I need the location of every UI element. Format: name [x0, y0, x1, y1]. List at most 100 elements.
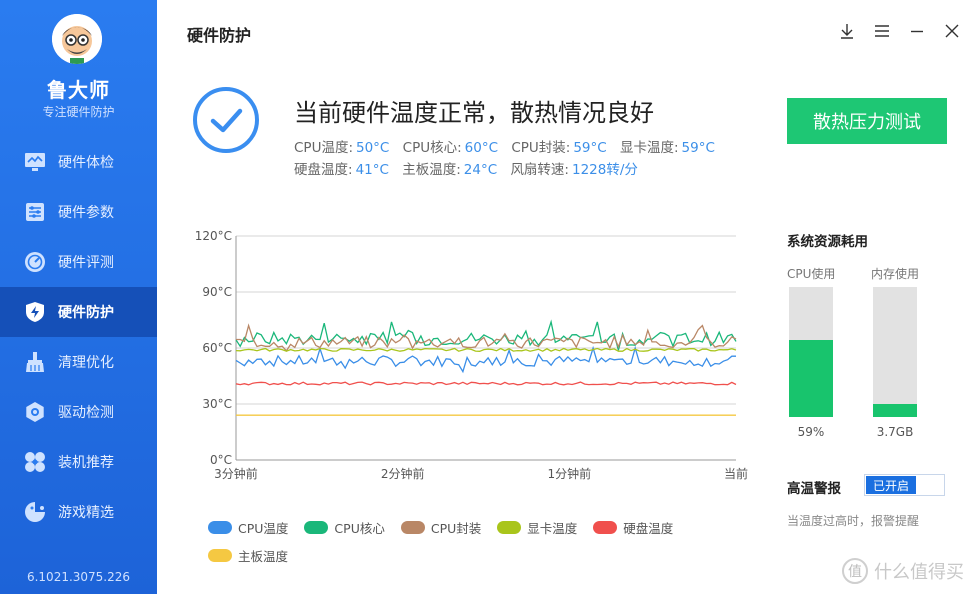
cpu-usage-value: 59%	[797, 425, 825, 439]
series-line	[235, 381, 737, 386]
legend-item: CPU核心	[304, 518, 385, 536]
sidebar-item-hardware-check[interactable]: 硬件体检	[0, 137, 157, 187]
legend-item: 主板温度	[208, 546, 288, 564]
fan-icon	[24, 451, 46, 473]
version-label: 6.1021.3075.226	[26, 570, 131, 584]
x-tick-label: 当前	[724, 466, 748, 481]
metric-label: 硬盘温度:	[294, 162, 353, 178]
legend-label: 显卡温度	[527, 520, 578, 536]
legend-item: CPU封装	[400, 518, 481, 536]
x-tick-label: 3分钟前	[214, 466, 258, 481]
menu-icon[interactable]	[873, 22, 891, 40]
y-tick-label: 30°C	[202, 397, 232, 411]
y-tick-label: 0°C	[210, 453, 232, 467]
metric-value: 24°C	[463, 162, 498, 178]
legend-label: CPU核心	[334, 520, 385, 536]
sidebar-item-build-recommend[interactable]: 装机推荐	[0, 437, 157, 487]
temperature-metrics: CPU温度: 50°C CPU核心: 60°C CPU封装: 59°C 显卡温度: 59…	[294, 137, 724, 181]
memory-usage-bar	[873, 287, 917, 417]
shield-bolt-icon	[24, 301, 46, 323]
gear-icon	[24, 401, 46, 423]
watermark-text: 什么值得买	[874, 562, 964, 583]
legend-item: CPU温度	[208, 518, 288, 536]
minimize-icon[interactable]	[908, 22, 926, 40]
sidebar-item-label: 硬件评测	[58, 255, 114, 271]
metric-value: 41°C	[355, 162, 389, 178]
legend-swatch	[400, 520, 425, 534]
metric-value: 59°C	[573, 140, 607, 156]
sidebar-nav: 硬件体检 硬件参数 硬件评测 硬件防护 清理优化 驱动检测 装机推荐 游戏精选	[0, 137, 157, 537]
resources-title: 系统资源耗用	[787, 234, 868, 250]
metric-value: 50°C	[356, 140, 390, 156]
high-temp-alarm-title: 高温警报	[787, 481, 841, 497]
metric-label: 主板温度:	[402, 162, 461, 178]
sidebar-item-label: 硬件防护	[58, 305, 114, 321]
ludashi-logo	[52, 14, 102, 64]
sidebar-item-hardware-protect[interactable]: 硬件防护	[0, 287, 157, 337]
legend-swatch	[208, 548, 232, 562]
high-temp-alarm-toggle[interactable]: 已开启	[864, 474, 945, 496]
cpu-usage-bar	[789, 287, 833, 417]
metrics-row-1: CPU温度: 50°C CPU核心: 60°C CPU封装: 59°C 显卡温度: 59…	[294, 137, 724, 159]
sliders-icon	[24, 201, 46, 223]
metric-label: CPU封装:	[511, 140, 571, 156]
sidebar-item-label: 游戏精选	[58, 505, 114, 521]
status-title: 当前硬件温度正常，散热情况良好	[294, 99, 654, 127]
legend-label: 主板温度	[238, 548, 289, 564]
sidebar-item-label: 装机推荐	[58, 455, 114, 471]
metric-value: 59°C	[681, 140, 715, 156]
close-icon[interactable]	[943, 22, 961, 40]
cpu-usage-fill	[789, 340, 833, 417]
metric-label: 风扇转速:	[510, 162, 569, 178]
gamepad-icon	[24, 501, 46, 523]
x-tick-label: 2分钟前	[381, 466, 425, 481]
series-line	[236, 323, 737, 352]
series-line	[235, 345, 736, 374]
memory-usage-label: 内存使用	[871, 267, 920, 281]
sidebar-item-cleanup[interactable]: 清理优化	[0, 337, 157, 387]
legend-swatch	[208, 520, 232, 534]
sidebar-item-hardware-params[interactable]: 硬件参数	[0, 187, 157, 237]
legend-swatch	[497, 520, 522, 534]
watermark-logo-icon: 值	[842, 558, 868, 584]
legend-swatch	[304, 520, 329, 534]
watermark: 值 什么值得买	[842, 558, 964, 584]
memory-usage-value: 3.7GB	[876, 425, 914, 439]
metric-label: CPU温度:	[294, 140, 353, 156]
brand-name: 鲁大师	[47, 78, 110, 102]
gauge-icon	[24, 251, 46, 273]
y-tick-label: 60°C	[202, 341, 232, 355]
monitor-icon	[24, 151, 46, 173]
sidebar-item-label: 硬件参数	[58, 205, 114, 221]
sidebar-item-label: 清理优化	[58, 355, 114, 371]
sidebar-item-driver[interactable]: 驱动检测	[0, 387, 157, 437]
chart-legend: CPU温度 CPU核心 CPU封装 显卡温度 硬盘温度主板温度	[208, 518, 728, 564]
sidebar-item-hardware-benchmark[interactable]: 硬件评测	[0, 237, 157, 287]
legend-swatch	[593, 520, 618, 534]
metric-label: 显卡温度:	[619, 140, 679, 156]
temperature-chart: 120°C 90°C 60°C 30°C 0°C3分钟前 2分钟前 1分钟前 当前	[195, 229, 748, 481]
legend-item: 硬盘温度	[593, 518, 673, 536]
y-tick-label: 90°C	[202, 285, 232, 299]
legend-item: 显卡温度	[497, 518, 577, 536]
cpu-usage-label: CPU使用	[787, 267, 836, 281]
page-title: 硬件防护	[187, 26, 252, 45]
broom-icon	[24, 351, 46, 373]
metrics-row-2: 硬盘温度: 41°C 主板温度: 24°C 风扇转速: 1228转/分	[294, 159, 724, 181]
status-ok-icon	[193, 87, 259, 153]
sidebar-item-games[interactable]: 游戏精选	[0, 487, 157, 537]
metric-value: 1228转/分	[572, 162, 638, 178]
toggle-on-label: 已开启	[866, 476, 916, 494]
download-icon[interactable]	[838, 22, 856, 40]
sidebar: 鲁大师 专注硬件防护 硬件体检 硬件参数 硬件评测 硬件防护 清理优化 驱动检测…	[0, 0, 157, 594]
memory-usage-fill	[873, 404, 917, 417]
y-tick-label: 120°C	[195, 229, 232, 243]
x-tick-label: 1分钟前	[548, 466, 592, 481]
metric-value: 60°C	[464, 140, 499, 156]
series-line	[235, 347, 737, 352]
alarm-description: 当温度过高时，报警提醒	[787, 514, 920, 528]
app-window: 鲁大师 专注硬件防护 硬件体检 硬件参数 硬件评测 硬件防护 清理优化 驱动检测…	[0, 0, 974, 594]
brand-subtitle: 专注硬件防护	[42, 105, 115, 119]
avatar[interactable]	[52, 14, 102, 64]
stress-test-button[interactable]: 散热压力测试	[787, 98, 947, 144]
